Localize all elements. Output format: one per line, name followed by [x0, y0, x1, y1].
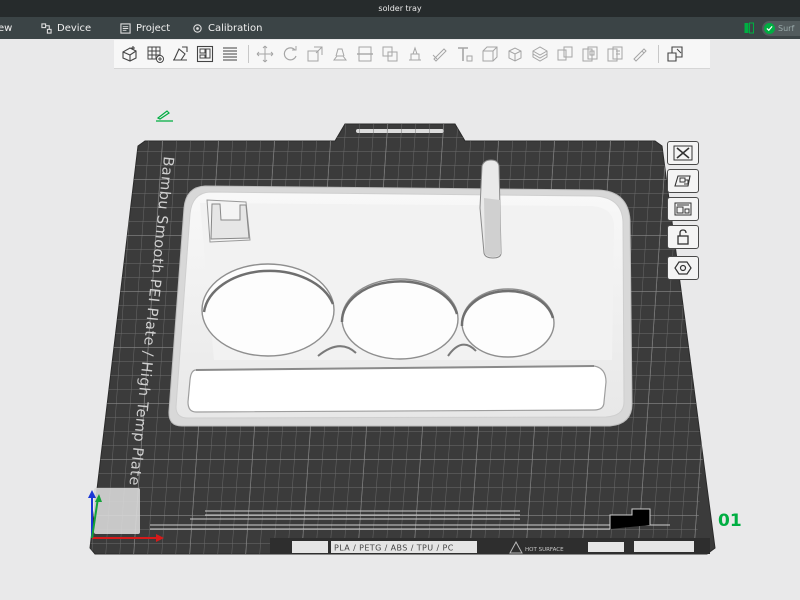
- cut-icon[interactable]: [356, 45, 374, 63]
- arrange-icon[interactable]: [196, 45, 214, 63]
- sync-icon[interactable]: [744, 22, 754, 34]
- orient-plate-button[interactable]: [667, 197, 699, 221]
- auto-arrange-plate-button[interactable]: [667, 169, 699, 193]
- window-title: solder tray: [378, 4, 422, 13]
- auto-orient-icon[interactable]: [171, 45, 189, 63]
- connection-status-label: Surf: [778, 23, 795, 33]
- assemble-icon[interactable]: [506, 45, 524, 63]
- calibration-icon: [193, 23, 202, 33]
- menu-item-calibration[interactable]: Calibration: [192, 17, 262, 39]
- menu-item-view[interactable]: ew: [0, 17, 12, 39]
- variable-layer-icon[interactable]: [531, 45, 549, 63]
- project-icon: [120, 22, 131, 34]
- auto-arrange-icon: [674, 175, 691, 187]
- connected-status-icon: [764, 22, 775, 34]
- mesh-boolean-icon[interactable]: [381, 45, 399, 63]
- menu-item-device[interactable]: Device: [41, 17, 91, 39]
- hot-surface-label: HOT SURFACE: [525, 547, 564, 553]
- scale-icon[interactable]: [306, 45, 324, 63]
- plate-number[interactable]: 01: [718, 511, 742, 531]
- lay-on-face-icon[interactable]: [331, 45, 349, 63]
- plate-settings-button[interactable]: [667, 256, 699, 280]
- split-parts-icon[interactable]: [581, 45, 599, 63]
- lock-plate-button[interactable]: [667, 225, 699, 249]
- brim-ears-icon[interactable]: [631, 45, 649, 63]
- split-objects-icon[interactable]: [556, 45, 574, 63]
- close-plate-button[interactable]: [667, 141, 699, 165]
- add-object-icon[interactable]: [121, 45, 139, 63]
- support-paint-icon[interactable]: [406, 45, 424, 63]
- menu-right-controls: Surf: [744, 17, 800, 39]
- window-titlebar: solder tray: [0, 0, 800, 17]
- close-icon: [673, 145, 693, 161]
- text-icon[interactable]: [456, 45, 474, 63]
- menu-label-calibration: Calibration: [208, 22, 263, 34]
- menu-label-project: Project: [136, 22, 171, 34]
- menu-item-project[interactable]: Project: [120, 17, 170, 39]
- measure-icon[interactable]: [481, 45, 499, 63]
- settings-icon: [674, 261, 692, 275]
- plate-filament-label: PLA / PETG / ABS / TPU / PC: [334, 544, 454, 553]
- toolbar-separator: [248, 45, 249, 63]
- split-layers-icon[interactable]: [221, 45, 239, 63]
- connection-status-button[interactable]: Surf: [762, 20, 800, 36]
- seam-paint-icon[interactable]: [431, 45, 449, 63]
- 3d-viewport[interactable]: Bambu Smooth PEI Plate / High Temp Plate: [0, 68, 800, 600]
- lock-icon: [677, 229, 689, 245]
- device-icon: [41, 22, 52, 34]
- add-plate-icon[interactable]: [146, 45, 164, 63]
- move-icon[interactable]: [256, 45, 274, 63]
- orient-icon: [674, 202, 692, 216]
- rotate-icon[interactable]: [281, 45, 299, 63]
- solder-tray-model[interactable]: [168, 159, 633, 427]
- main-toolbar: [114, 40, 710, 69]
- split-to-objects-icon[interactable]: [666, 45, 684, 63]
- toolbar-separator: [658, 45, 659, 63]
- plate-list-icon[interactable]: [606, 45, 624, 63]
- menu-bar: ew Device Project Calibration Surf: [0, 17, 800, 39]
- menu-label-device: Device: [57, 22, 92, 34]
